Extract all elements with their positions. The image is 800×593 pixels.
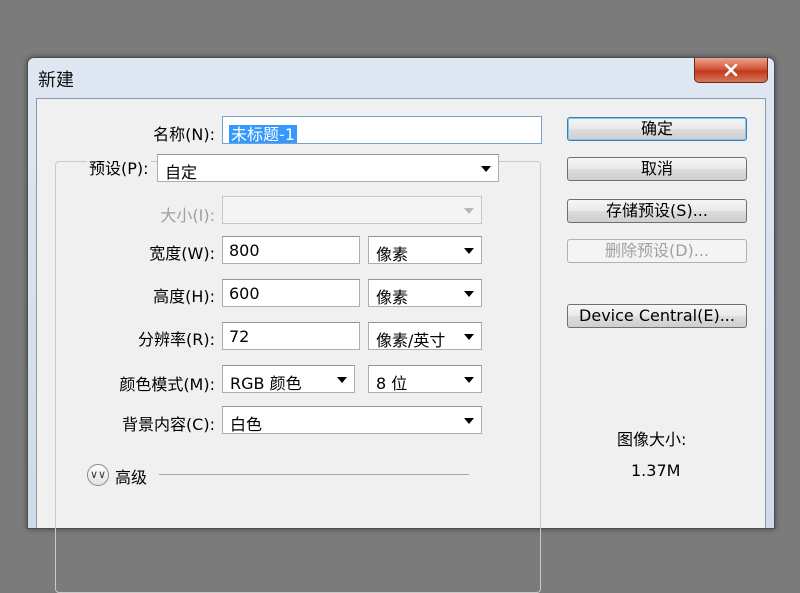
new-document-dialog: 新建 名称(N): 未标题-1 预设(P): 自定 大小(I): 宽度(W): … [27,57,775,593]
resolution-unit-select[interactable]: 像素/英寸 [368,322,482,350]
chevron-down-icon [481,166,491,172]
width-unit-value: 像素 [376,245,409,264]
bit-depth-value: 8 位 [376,374,408,393]
ok-button[interactable]: 确定 [567,117,747,141]
height-unit-select[interactable]: 像素 [368,279,482,307]
chevron-down-icon [464,291,474,297]
background-value: 白色 [230,415,263,434]
double-chevron-down-icon[interactable]: ∨∨ [87,464,109,486]
color-mode-value: RGB 颜色 [230,374,302,393]
background-label: 背景内容(C): [121,415,215,434]
close-button[interactable] [694,58,768,83]
advanced-label[interactable]: 高级 [115,464,147,488]
height-input[interactable]: 600 [222,279,360,307]
size-label: 大小(I): [160,206,215,225]
height-label: 高度(H): [153,287,215,306]
chevron-down-icon [464,248,474,254]
save-preset-button[interactable]: 存储预设(S)... [567,199,747,223]
resolution-input[interactable]: 72 [222,322,360,350]
resolution-label: 分辨率(R): [138,330,215,349]
dialog-body: 名称(N): 未标题-1 预设(P): 自定 大小(I): 宽度(W): 800… [36,98,766,593]
chevron-down-icon [464,418,474,424]
width-input-value: 800 [229,241,260,260]
chevron-down-icon [464,334,474,340]
height-unit-value: 像素 [376,288,409,307]
title-bar[interactable]: 新建 [28,58,774,98]
bit-depth-select[interactable]: 8 位 [368,365,482,393]
cancel-button[interactable]: 取消 [567,157,747,181]
resolution-unit-value: 像素/英寸 [376,331,446,350]
image-size-value: 1.37M [631,461,681,480]
size-select[interactable] [222,196,482,224]
resolution-input-value: 72 [229,327,250,346]
preset-label: 预设(P): [87,155,151,179]
advanced-divider [159,474,469,475]
name-input[interactable]: 未标题-1 [222,116,542,144]
name-input-value: 未标题-1 [229,125,297,144]
device-central-button[interactable]: Device Central(E)... [567,304,747,328]
height-input-value: 600 [229,284,260,303]
preset-select-value: 自定 [165,163,198,182]
name-label: 名称(N): [153,125,215,144]
chevron-down-icon [464,208,474,214]
color-mode-label: 颜色模式(M): [119,375,215,394]
chevron-down-icon [337,377,347,383]
background-select[interactable]: 白色 [222,406,482,434]
color-mode-select[interactable]: RGB 颜色 [222,365,355,393]
image-size-label: 图像大小: [617,430,687,449]
window-title: 新建 [38,70,74,91]
close-icon [724,63,738,77]
chevron-down-icon [464,377,474,383]
width-unit-select[interactable]: 像素 [368,236,482,264]
preset-select[interactable]: 自定 [157,154,499,182]
width-input[interactable]: 800 [222,236,360,264]
delete-preset-button[interactable]: 删除预设(D)... [567,239,747,263]
width-label: 宽度(W): [149,244,215,263]
